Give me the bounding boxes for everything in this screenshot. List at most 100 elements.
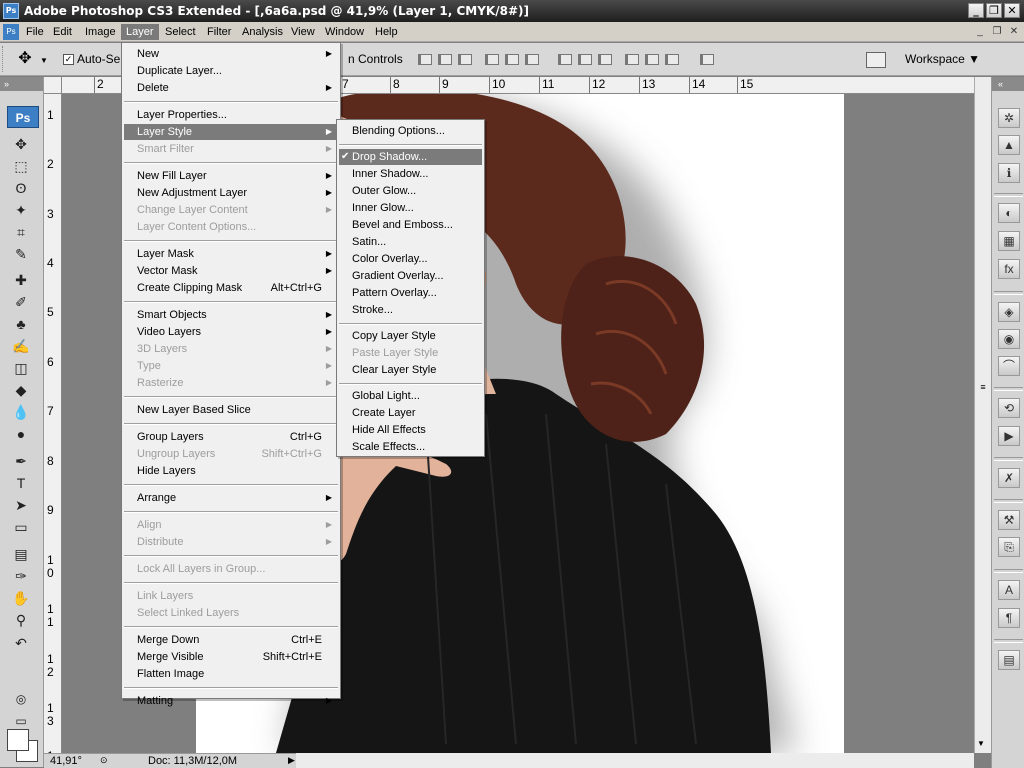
menu-filter[interactable]: Filter xyxy=(202,24,236,40)
scroll-down-icon[interactable]: ▼ xyxy=(977,739,985,748)
menu-item-blending-options[interactable]: Blending Options... xyxy=(339,123,482,139)
menu-item-hide-layers[interactable]: Hide Layers xyxy=(124,463,338,479)
histogram-icon[interactable]: ▲ xyxy=(998,135,1020,155)
eyedropper-tool-icon[interactable]: ✑ xyxy=(10,566,32,586)
color-panel-icon[interactable]: ◐ xyxy=(998,203,1020,223)
move-tool-icon[interactable]: ✥ xyxy=(14,49,36,69)
history-icon[interactable]: ⟲ xyxy=(998,398,1020,418)
menu-help[interactable]: Help xyxy=(370,24,403,40)
menu-item-color-overlay[interactable]: Color Overlay... xyxy=(339,251,482,267)
menu-edit[interactable]: Edit xyxy=(48,24,77,40)
menu-image[interactable]: Image xyxy=(80,24,121,40)
menu-item-merge-visible[interactable]: Merge Visible Shift+Ctrl+E xyxy=(124,649,338,665)
close-button[interactable]: ✕ xyxy=(1004,3,1020,18)
menu-item-matting[interactable]: Matting ▶ xyxy=(124,693,338,709)
menu-item-create-layer[interactable]: Create Layer xyxy=(339,405,482,421)
menu-item-scale-effects[interactable]: Scale Effects... xyxy=(339,439,482,455)
clone-stamp-icon[interactable]: ♣ xyxy=(10,314,32,334)
align-left-icon[interactable] xyxy=(485,54,499,65)
options-grip[interactable] xyxy=(2,46,6,72)
workspace-menu[interactable]: Workspace ▼ xyxy=(905,52,980,66)
path-selection-icon[interactable]: ➤ xyxy=(10,495,32,515)
menu-item-drop-shadow[interactable]: ✔ Drop Shadow... xyxy=(339,149,482,165)
brush-tool-icon[interactable]: ✐ xyxy=(10,292,32,312)
vertical-scrollbar[interactable]: ≡ ▼ xyxy=(974,77,991,753)
menu-item-hide-all-effects[interactable]: Hide All Effects xyxy=(339,422,482,438)
menu-item-flatten-image[interactable]: Flatten Image xyxy=(124,666,338,682)
move-tool-icon[interactable]: ✥ xyxy=(10,134,32,154)
tool-presets-icon[interactable]: ✗ xyxy=(998,468,1020,488)
menu-item-outer-glow[interactable]: Outer Glow... xyxy=(339,183,482,199)
eraser-tool-icon[interactable]: ◫ xyxy=(10,358,32,378)
status-icon[interactable]: ⊙ xyxy=(100,755,108,766)
menu-analysis[interactable]: Analysis xyxy=(237,24,288,40)
layers-icon[interactable]: ◈ xyxy=(998,302,1020,322)
menu-item-copy-layer-style[interactable]: Copy Layer Style xyxy=(339,328,482,344)
marquee-tool-icon[interactable]: ⬚ xyxy=(10,156,32,176)
menu-item-new[interactable]: New ▶ xyxy=(124,46,338,62)
pen-tool-icon[interactable]: ✒ xyxy=(10,451,32,471)
menu-item-clear-layer-style[interactable]: Clear Layer Style xyxy=(339,362,482,378)
doc-close-icon[interactable]: ✕ xyxy=(1007,25,1021,38)
blur-tool-icon[interactable]: 💧 xyxy=(10,402,32,422)
paint-bucket-icon[interactable]: ◆ xyxy=(10,380,32,400)
menu-item-merge-down[interactable]: Merge Down Ctrl+E xyxy=(124,632,338,648)
menu-item-layer-properties[interactable]: Layer Properties... xyxy=(124,107,338,123)
swatches-icon[interactable]: ▦ xyxy=(998,231,1020,251)
menu-item-group-layers[interactable]: Group Layers Ctrl+G xyxy=(124,429,338,445)
align-top-icon[interactable] xyxy=(418,54,432,65)
restore-button[interactable]: ❐ xyxy=(986,3,1002,18)
hand-tool-icon[interactable]: ✋ xyxy=(10,588,32,608)
menu-item-layer-style[interactable]: Layer Style ▶ xyxy=(124,124,338,140)
menu-item-new-adjustment-layer[interactable]: New Adjustment Layer ▶ xyxy=(124,185,338,201)
notes-tool-icon[interactable]: ▤ xyxy=(10,544,32,564)
status-arrow-icon[interactable]: ▶ xyxy=(288,755,295,766)
menu-select[interactable]: Select xyxy=(160,24,201,40)
character-icon[interactable]: A xyxy=(998,580,1020,600)
menu-item-layer-mask[interactable]: Layer Mask ▶ xyxy=(124,246,338,262)
menu-item-inner-shadow[interactable]: Inner Shadow... xyxy=(339,166,482,182)
auto-align-icon[interactable] xyxy=(700,54,714,65)
foreground-color-swatch[interactable] xyxy=(7,729,29,751)
menu-item-pattern-overlay[interactable]: Pattern Overlay... xyxy=(339,285,482,301)
notes-icon[interactable]: ▤ xyxy=(998,650,1020,670)
menu-item-arrange[interactable]: Arrange ▶ xyxy=(124,490,338,506)
menu-window[interactable]: Window xyxy=(320,24,369,40)
type-tool-icon[interactable]: T xyxy=(10,473,32,493)
ruler-origin[interactable] xyxy=(44,77,62,94)
swap-colors-icon[interactable]: ↶ xyxy=(10,633,32,653)
scroll-grip-icon[interactable]: ≡ xyxy=(977,382,989,394)
screen-mode-icon[interactable]: ▭ xyxy=(10,711,32,731)
menu-item-vector-mask[interactable]: Vector Mask ▶ xyxy=(124,263,338,279)
menu-item-new-layer-based-slice[interactable]: New Layer Based Slice xyxy=(124,402,338,418)
doc-size-readout[interactable]: Doc: 11,3M/12,0M xyxy=(148,755,237,767)
align-hcenter-icon[interactable] xyxy=(505,54,519,65)
menu-view[interactable]: View xyxy=(286,24,320,40)
menu-item-create-clipping-mask[interactable]: Create Clipping Mask Alt+Ctrl+G xyxy=(124,280,338,296)
channels-icon[interactable]: ◉ xyxy=(998,329,1020,349)
crop-tool-icon[interactable]: ⌗ xyxy=(10,222,32,242)
clone-source-icon[interactable]: ⎘ xyxy=(998,537,1020,557)
zoom-readout[interactable]: 41,91° xyxy=(50,755,82,767)
distribute-bottom-icon[interactable] xyxy=(598,54,612,65)
menu-item-satin[interactable]: Satin... xyxy=(339,234,482,250)
menu-item-stroke[interactable]: Stroke... xyxy=(339,302,482,318)
slice-tool-icon[interactable]: ✎ xyxy=(10,244,32,264)
distribute-hcenter-icon[interactable] xyxy=(645,54,659,65)
menu-item-global-light[interactable]: Global Light... xyxy=(339,388,482,404)
navigator-icon[interactable]: ✲ xyxy=(998,108,1020,128)
align-bottom-icon[interactable] xyxy=(458,54,472,65)
doc-minimize-icon[interactable]: _ xyxy=(973,25,987,38)
distribute-left-icon[interactable] xyxy=(625,54,639,65)
brushes-icon[interactable]: ⚒ xyxy=(998,510,1020,530)
toolbox-collapse-icon[interactable]: » xyxy=(0,77,43,91)
distribute-right-icon[interactable] xyxy=(665,54,679,65)
dodge-tool-icon[interactable]: ● xyxy=(10,424,32,444)
panel-collapse-icon[interactable]: « xyxy=(992,77,1024,91)
menu-item-duplicate-layer[interactable]: Duplicate Layer... xyxy=(124,63,338,79)
paragraph-icon[interactable]: ¶ xyxy=(998,608,1020,628)
auto-select-checkbox[interactable]: ✓ xyxy=(63,54,74,65)
menu-layer[interactable]: Layer xyxy=(121,24,159,40)
bridge-icon[interactable] xyxy=(866,52,886,68)
menu-item-delete[interactable]: Delete ▶ xyxy=(124,80,338,96)
